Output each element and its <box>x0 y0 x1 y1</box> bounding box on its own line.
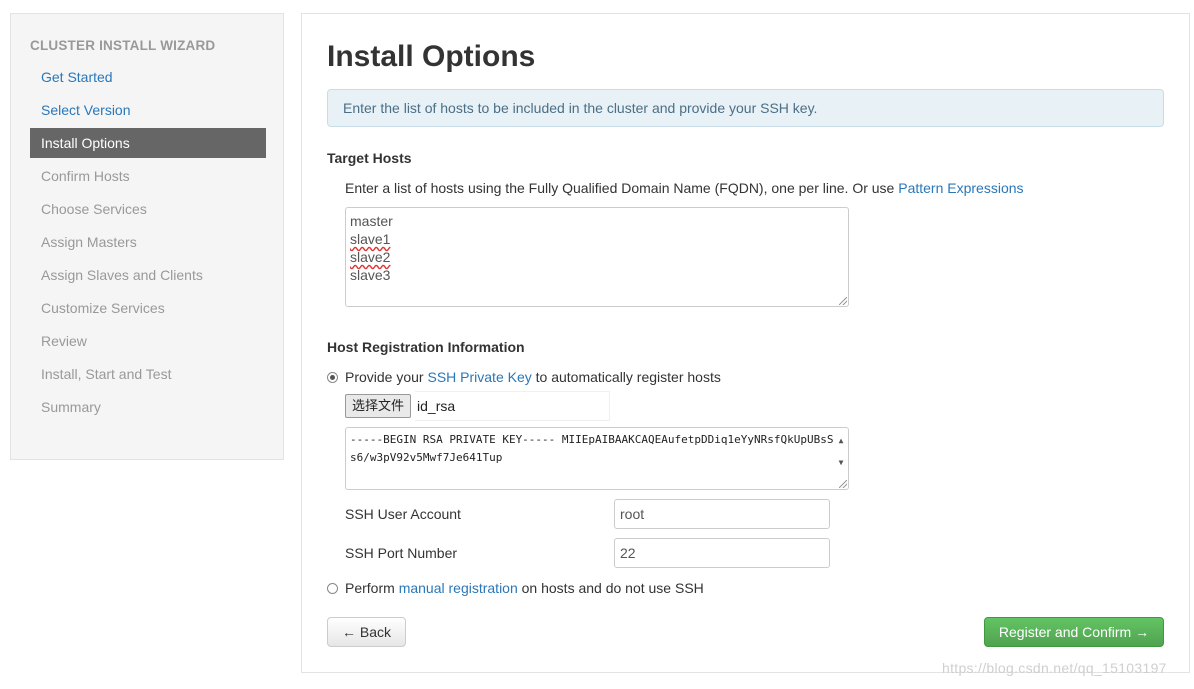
ssh-key-file-picker: 选择文件 id_rsa <box>345 391 610 421</box>
ssh-key-textarea[interactable]: -----BEGIN RSA PRIVATE KEY----- MIIEpAIB… <box>345 427 849 490</box>
sidebar-item-install-options[interactable]: Install Options <box>30 128 266 158</box>
sidebar-item-assign-slaves: Assign Slaves and Clients <box>41 267 203 283</box>
host-registration-heading: Host Registration Information <box>327 339 525 355</box>
sidebar-title: CLUSTER INSTALL WIZARD <box>30 38 216 53</box>
manual-option-prefix: Perform <box>345 580 395 596</box>
sidebar-item-review: Review <box>41 333 87 349</box>
ssh-key-content: -----BEGIN RSA PRIVATE KEY----- MIIEpAIB… <box>350 433 834 464</box>
sidebar-item-choose-services: Choose Services <box>41 201 147 217</box>
ssh-user-label: SSH User Account <box>345 506 461 522</box>
ssh-option-prefix: Provide your <box>345 369 424 385</box>
watermark: https://blog.csdn.net/qq_15103197 <box>942 660 1167 676</box>
host-line: slave2 <box>350 249 391 265</box>
radio-unchecked-icon[interactable] <box>327 582 338 594</box>
ssh-port-label: SSH Port Number <box>345 545 458 561</box>
sidebar-item-summary: Summary <box>41 399 101 415</box>
ssh-key-option[interactable]: Provide your SSH Private Key to automati… <box>327 369 721 385</box>
host-line: slave3 <box>350 267 391 283</box>
manual-option-suffix: on hosts and do not use SSH <box>521 580 704 596</box>
wizard-steps-nav: Get Started Select Version Install Optio… <box>30 62 266 425</box>
main-panel: Install Options Enter the list of hosts … <box>301 13 1190 673</box>
page-title: Install Options <box>327 40 536 73</box>
resize-grip-icon[interactable] <box>839 480 847 488</box>
target-hosts-heading: Target Hosts <box>327 150 412 166</box>
resize-grip-icon[interactable] <box>839 297 847 305</box>
sidebar-item-confirm-hosts: Confirm Hosts <box>41 168 130 184</box>
choose-file-button[interactable]: 选择文件 <box>345 394 412 418</box>
info-alert: Enter the list of hosts to be included i… <box>327 89 1164 127</box>
manual-registration-option[interactable]: Perform manual registration on hosts and… <box>327 580 704 596</box>
sidebar-item-select-version[interactable]: Select Version <box>30 95 266 125</box>
ssh-user-input[interactable]: root <box>614 499 830 529</box>
sidebar-item-install-start-test: Install, Start and Test <box>41 366 172 382</box>
sidebar-item-customize-services: Customize Services <box>41 300 165 316</box>
back-button[interactable]: ← Back <box>327 617 406 647</box>
pattern-expressions-link[interactable]: Pattern Expressions <box>898 180 1023 196</box>
sidebar-item-assign-masters: Assign Masters <box>41 234 137 250</box>
host-line: master <box>350 213 393 229</box>
manual-registration-link[interactable]: manual registration <box>399 580 518 596</box>
wizard-sidebar: CLUSTER INSTALL WIZARD Get Started Selec… <box>10 13 284 460</box>
host-line: slave1 <box>350 231 391 247</box>
scroll-arrows-icon[interactable]: ▲ ▼ <box>836 430 846 474</box>
radio-checked-icon[interactable] <box>327 371 338 383</box>
register-and-confirm-button[interactable]: Register and Confirm → <box>984 617 1164 647</box>
ssh-port-input[interactable]: 22 <box>614 538 830 568</box>
ssh-private-key-link[interactable]: SSH Private Key <box>427 369 531 385</box>
target-hosts-description: Enter a list of hosts using the Fully Qu… <box>345 180 1024 196</box>
selected-file-name: id_rsa <box>415 391 610 421</box>
sidebar-item-get-started[interactable]: Get Started <box>30 62 266 92</box>
target-hosts-textarea[interactable]: master slave1 slave2 slave3 <box>345 207 849 307</box>
ssh-option-suffix: to automatically register hosts <box>535 369 721 385</box>
target-hosts-description-text: Enter a list of hosts using the Fully Qu… <box>345 180 895 196</box>
